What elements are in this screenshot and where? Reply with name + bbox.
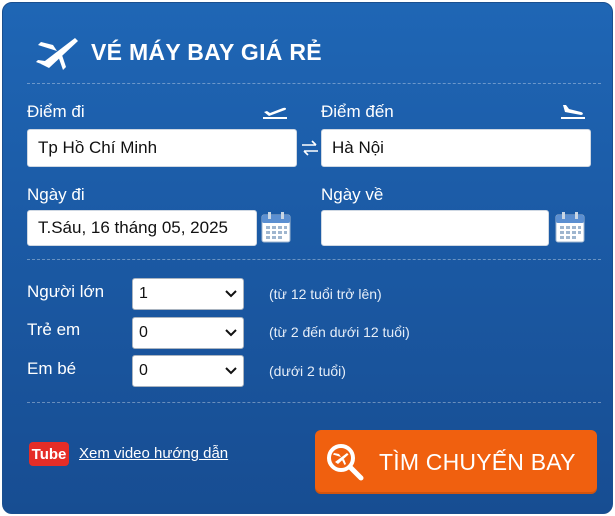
infants-select[interactable]: 0 — [132, 355, 244, 387]
calendar-icon[interactable] — [555, 211, 585, 243]
adults-hint: (từ 12 tuổi trở lên) — [269, 286, 382, 302]
destination-field[interactable]: Hà Nội — [321, 129, 591, 167]
return-date-field[interactable] — [321, 210, 549, 246]
chevron-down-icon — [225, 367, 237, 375]
youtube-icon[interactable]: Tube — [29, 442, 69, 466]
header-divider — [27, 83, 601, 84]
children-label: Trẻ em — [27, 320, 81, 339]
chevron-down-icon — [225, 290, 237, 298]
plane-landing-icon — [561, 105, 585, 119]
depart-date-value: T.Sáu, 16 tháng 05, 2025 — [38, 218, 228, 237]
footer-divider — [27, 402, 601, 403]
origin-label: Điểm đi — [27, 102, 85, 121]
swap-icon[interactable] — [301, 139, 319, 157]
adults-value: 1 — [139, 285, 148, 302]
return-date-label: Ngày về — [321, 185, 384, 204]
origin-value: Tp Hồ Chí Minh — [38, 138, 158, 157]
airplane-icon — [36, 38, 78, 70]
depart-date-field[interactable]: T.Sáu, 16 tháng 05, 2025 — [27, 210, 257, 246]
children-hint: (từ 2 đến dưới 12 tuổi) — [269, 324, 410, 340]
video-guide-link[interactable]: Xem video hướng dẫn — [79, 445, 228, 462]
calendar-icon[interactable] — [261, 211, 291, 243]
infants-hint: (dưới 2 tuổi) — [269, 363, 346, 379]
youtube-text: Tube — [31, 445, 67, 463]
section-divider — [27, 259, 601, 260]
plane-takeoff-icon — [263, 107, 287, 119]
search-button-label: TÌM CHUYẾN BAY — [379, 448, 576, 475]
infants-value: 0 — [139, 362, 148, 379]
search-flights-button[interactable]: TÌM CHUYẾN BAY — [315, 430, 597, 494]
adults-label: Người lớn — [27, 282, 105, 301]
adults-select[interactable]: 1 — [132, 278, 244, 310]
children-select[interactable]: 0 — [132, 317, 244, 349]
infants-label: Em bé — [27, 359, 77, 378]
page-title: VÉ MÁY BAY GIÁ RẺ — [91, 39, 322, 65]
chevron-down-icon — [225, 329, 237, 337]
flight-search-panel: VÉ MÁY BAY GIÁ RẺ Điểm đi Điểm đến Tp Hồ… — [2, 2, 613, 514]
children-value: 0 — [139, 324, 148, 341]
destination-label: Điểm đến — [321, 102, 394, 121]
search-plane-icon — [327, 444, 364, 481]
depart-date-label: Ngày đi — [27, 185, 85, 204]
origin-field[interactable]: Tp Hồ Chí Minh — [27, 129, 297, 167]
destination-value: Hà Nội — [332, 138, 384, 157]
